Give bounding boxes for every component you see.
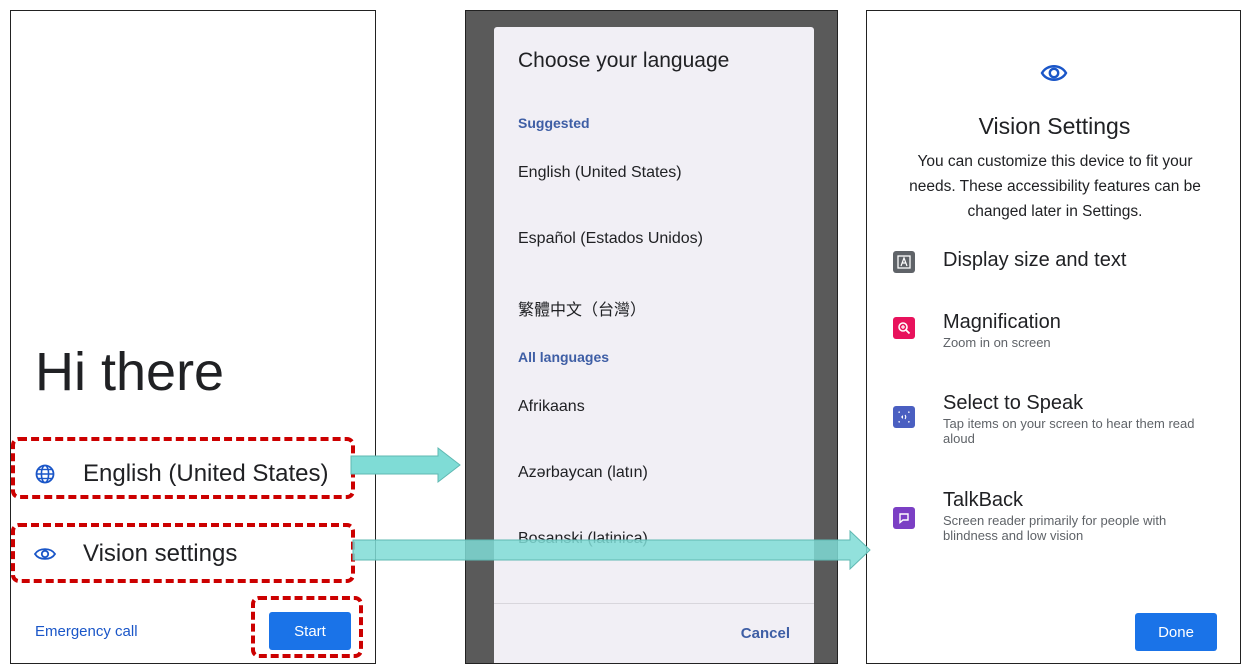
dialog-divider: [494, 603, 814, 604]
talkback-icon: [893, 507, 915, 529]
vision-settings-description: You can customize this device to fit you…: [909, 153, 1201, 220]
eye-icon: [1040, 61, 1068, 85]
arrow-to-language-icon: [350, 446, 461, 484]
language-option[interactable]: English (United States): [518, 164, 682, 182]
greeting-title: Hi there: [35, 342, 225, 402]
speak-icon: [893, 406, 915, 428]
option-subtitle: Zoom in on screen: [943, 335, 1051, 350]
option-label: Display size and text: [943, 249, 1127, 271]
start-highlight-box: [251, 596, 363, 658]
cancel-button[interactable]: Cancel: [741, 625, 790, 642]
option-subtitle: Tap items on your screen to hear them re…: [943, 416, 1195, 446]
language-option[interactable]: Azərbaycan (latın): [518, 464, 648, 482]
vision-highlight-box: [11, 523, 355, 583]
scroll-fade: [494, 567, 814, 603]
emergency-call-link[interactable]: Emergency call: [35, 623, 138, 640]
all-languages-header: All languages: [518, 349, 610, 365]
option-label: Select to Speak: [943, 392, 1084, 414]
dialog-title: Choose your language: [518, 49, 730, 72]
vision-settings-screen: Vision Settings You can customize this d…: [866, 10, 1241, 664]
arrow-to-vision-icon: [352, 530, 871, 570]
vision-settings-title: Vision Settings: [978, 113, 1131, 139]
language-highlight-box: [11, 437, 355, 499]
option-label: Magnification: [943, 311, 1061, 333]
language-option[interactable]: 繁體中文（台灣）: [518, 296, 646, 320]
done-button[interactable]: Done: [1135, 613, 1217, 651]
language-option[interactable]: Afrikaans: [518, 398, 585, 416]
option-subtitle: Screen reader primarily for people with …: [943, 513, 1167, 543]
display-text-icon: [893, 251, 915, 273]
suggested-header: Suggested: [518, 115, 590, 131]
magnify-icon: [893, 317, 915, 339]
option-label: TalkBack: [943, 489, 1024, 511]
language-option[interactable]: Español (Estados Unidos): [518, 230, 703, 248]
